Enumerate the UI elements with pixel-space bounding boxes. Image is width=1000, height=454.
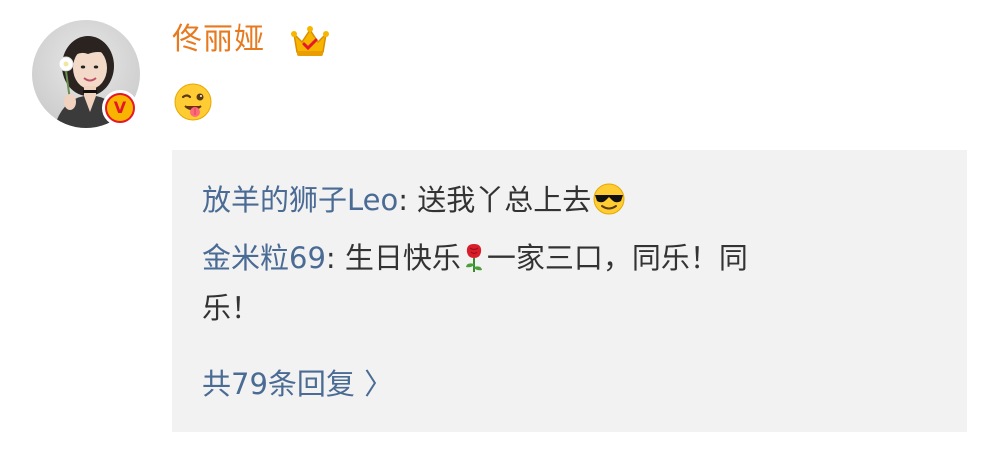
wink-tongue-emoji-icon: [174, 83, 212, 121]
reply-text: 一家三口，同乐！同: [486, 241, 748, 275]
verified-v-badge-icon: V: [102, 90, 138, 126]
reply-text-continued: 乐！: [202, 291, 261, 325]
reply-text: 送我丫总上去: [417, 183, 592, 217]
crown-icon: [291, 26, 329, 56]
reply-item: 放羊的狮子Leo: 送我丫总上去: [202, 178, 627, 222]
username[interactable]: 佟丽娅: [172, 20, 265, 60]
rose-emoji-icon: [465, 244, 482, 272]
reply-item: 金米粒69: 生日快乐 一家三口，同乐！同: [202, 236, 748, 280]
weibo-comment-card: V 佟丽娅 放羊的狮子Leo: 送我丫总上去 金米粒69: 生日快乐 一家三口，…: [0, 0, 1000, 454]
view-more-replies-link[interactable]: 共79条回复 〉: [202, 362, 393, 406]
cool-sunglasses-emoji-icon: [593, 183, 625, 215]
reply-separator: :: [398, 183, 418, 217]
reply-author-link[interactable]: 金米粒69: [202, 241, 326, 275]
reply-separator: :: [325, 241, 345, 275]
reply-preview-box[interactable]: 放羊的狮子Leo: 送我丫总上去 金米粒69: 生日快乐 一家三口，同乐！同 乐…: [172, 150, 967, 432]
reply-author-link[interactable]: 放羊的狮子Leo: [202, 183, 398, 217]
reply-text: 生日快乐: [344, 241, 461, 275]
